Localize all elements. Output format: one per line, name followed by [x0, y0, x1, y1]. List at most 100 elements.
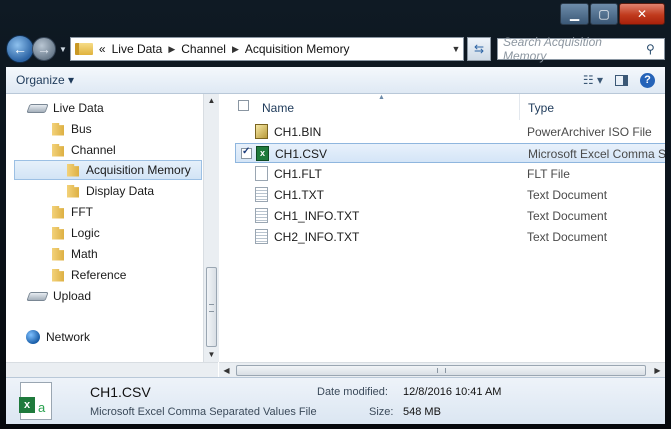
maximize-button[interactable]: ▢	[590, 3, 618, 25]
blank-file-icon	[255, 166, 268, 181]
file-row[interactable]: CH2_INFO.TXT Text Document	[235, 227, 665, 247]
forward-button[interactable]: →	[32, 37, 56, 61]
file-row[interactable]: CH1.BIN PowerArchiver ISO File	[235, 122, 665, 142]
nav-item-channel[interactable]: Channel	[52, 140, 116, 160]
text-file-icon	[255, 187, 268, 202]
scrollbar-thumb[interactable]	[206, 267, 217, 347]
excel-file-icon: x	[256, 146, 269, 161]
nav-item-display-data[interactable]: Display Data	[67, 181, 154, 201]
scroll-down-icon[interactable]: ▼	[204, 348, 219, 362]
search-input[interactable]: Search Acquisition Memory	[503, 35, 646, 63]
drive-icon	[26, 103, 49, 113]
file-type: FLT File	[527, 167, 570, 181]
nav-item-bus[interactable]: Bus	[52, 119, 92, 139]
nav-item-network[interactable]: Network	[26, 327, 90, 347]
arrow-right-icon: →	[37, 41, 51, 57]
address-overflow[interactable]: «	[99, 42, 106, 56]
change-view-icon[interactable]: ☷ ▾	[583, 73, 603, 87]
nav-item-fft[interactable]: FFT	[52, 202, 93, 222]
nav-item-label: Reference	[71, 268, 127, 282]
organize-button[interactable]: Organize ▾	[16, 73, 74, 87]
nav-item-live-data[interactable]: Live Data	[26, 98, 104, 118]
file-name: CH2_INFO.TXT	[274, 230, 360, 244]
nav-item-logic[interactable]: Logic	[52, 223, 100, 243]
text-file-icon	[255, 208, 268, 223]
nav-item-label: Display Data	[86, 184, 155, 198]
close-icon: ✕	[636, 7, 648, 21]
address-dropdown-icon[interactable]: ▼	[449, 44, 463, 54]
file-row[interactable]: CH1.FLT FLT File	[235, 164, 665, 184]
file-row[interactable]: CH1_INFO.TXT Text Document	[235, 206, 665, 226]
folder-icon	[52, 247, 64, 261]
scrollbar-thumb[interactable]	[236, 365, 646, 376]
nav-item-math[interactable]: Math	[52, 244, 98, 264]
nav-item-label: FFT	[71, 205, 93, 219]
grip-icon	[209, 304, 214, 312]
search-icon[interactable]: ⚲	[646, 42, 664, 56]
navigation-pane-footer	[6, 362, 218, 378]
nav-item-acquisition-memory[interactable]: Acquisition Memory	[14, 160, 202, 180]
explorer-content: Organize ▾ ☷ ▾ ? Live Data Bus Channel A…	[6, 67, 665, 424]
column-header-name[interactable]: Name	[262, 101, 294, 115]
folder-icon	[52, 226, 64, 240]
scroll-left-icon[interactable]: ◀	[219, 363, 234, 378]
nav-item-label: Channel	[71, 143, 116, 157]
refresh-button[interactable]: ⇆	[467, 37, 491, 61]
text-file-icon	[255, 229, 268, 244]
details-modified-label: Date modified:	[317, 386, 388, 398]
file-name: CH1.FLT	[274, 167, 322, 181]
arrow-left-icon: ←	[13, 41, 27, 57]
file-name: CH1.TXT	[274, 188, 325, 202]
explorer-window: ▁ ▢ ✕ ← → ▼ « Live Data ▶ Channel ▶ Acqu…	[0, 0, 671, 429]
column-header-type[interactable]: Type	[528, 101, 554, 115]
help-icon[interactable]: ?	[640, 72, 655, 88]
grip-icon	[437, 368, 446, 373]
file-type: Microsoft Excel Comma S...	[528, 147, 665, 161]
search-box[interactable]: Search Acquisition Memory ⚲	[497, 35, 665, 63]
file-type: Text Document	[527, 188, 608, 202]
file-list: Name ▲ Type CH1.BIN PowerArchiver ISO Fi…	[219, 94, 665, 362]
nav-item-reference[interactable]: Reference	[52, 265, 126, 285]
preview-pane-icon[interactable]	[615, 74, 628, 86]
scroll-right-icon[interactable]: ▶	[650, 363, 665, 378]
minimize-button[interactable]: ▁	[560, 3, 589, 25]
navigation-pane-scrollbar[interactable]: ▲ ▼	[203, 94, 219, 362]
maximize-icon: ▢	[598, 7, 610, 21]
excel-x-icon: x	[19, 397, 35, 413]
iso-file-icon	[255, 124, 268, 139]
details-pane: x a CH1.CSV Microsoft Excel Comma Separa…	[6, 377, 665, 424]
recent-pages-dropdown[interactable]: ▼	[59, 45, 67, 54]
nav-item-label: Bus	[71, 122, 92, 136]
select-all-checkbox[interactable]	[238, 100, 249, 111]
breadcrumb-separator-icon[interactable]: ▶	[168, 44, 175, 55]
drive-icon	[26, 291, 49, 301]
excel-a-icon: a	[38, 400, 46, 415]
nav-item-label: Logic	[71, 226, 100, 240]
column-header-row: Name ▲ Type	[219, 94, 665, 120]
file-checkbox[interactable]	[241, 146, 252, 159]
file-row[interactable]: CH1.TXT Text Document	[235, 185, 665, 205]
network-icon	[26, 330, 40, 344]
folder-icon	[67, 163, 79, 177]
breadcrumb-live-data[interactable]: Live Data	[112, 42, 163, 56]
breadcrumb-separator-icon[interactable]: ▶	[232, 44, 239, 55]
details-size-value: 548 MB	[403, 406, 441, 418]
folder-icon	[52, 268, 64, 282]
column-divider[interactable]	[519, 94, 520, 120]
breadcrumb-acquisition-memory[interactable]: Acquisition Memory	[245, 42, 350, 56]
file-row-selected[interactable]: x CH1.CSV Microsoft Excel Comma S...	[235, 143, 665, 163]
command-bar: Organize ▾ ☷ ▾ ?	[6, 67, 665, 94]
file-type: Text Document	[527, 209, 608, 223]
folder-icon	[52, 122, 64, 136]
nav-item-upload[interactable]: Upload	[26, 286, 91, 306]
scroll-up-icon[interactable]: ▲	[204, 94, 219, 108]
close-button[interactable]: ✕	[619, 3, 665, 25]
address-bar[interactable]: « Live Data ▶ Channel ▶ Acquisition Memo…	[69, 37, 464, 61]
sort-ascending-icon: ▲	[378, 94, 385, 101]
file-list-horizontal-scrollbar[interactable]: ◀ ▶	[219, 362, 665, 378]
excel-file-large-icon: x a	[19, 382, 52, 420]
breadcrumb-channel[interactable]: Channel	[181, 42, 226, 56]
back-button[interactable]: ←	[6, 35, 34, 63]
details-modified-value: 12/8/2016 10:41 AM	[403, 386, 502, 398]
file-type: PowerArchiver ISO File	[527, 125, 652, 139]
